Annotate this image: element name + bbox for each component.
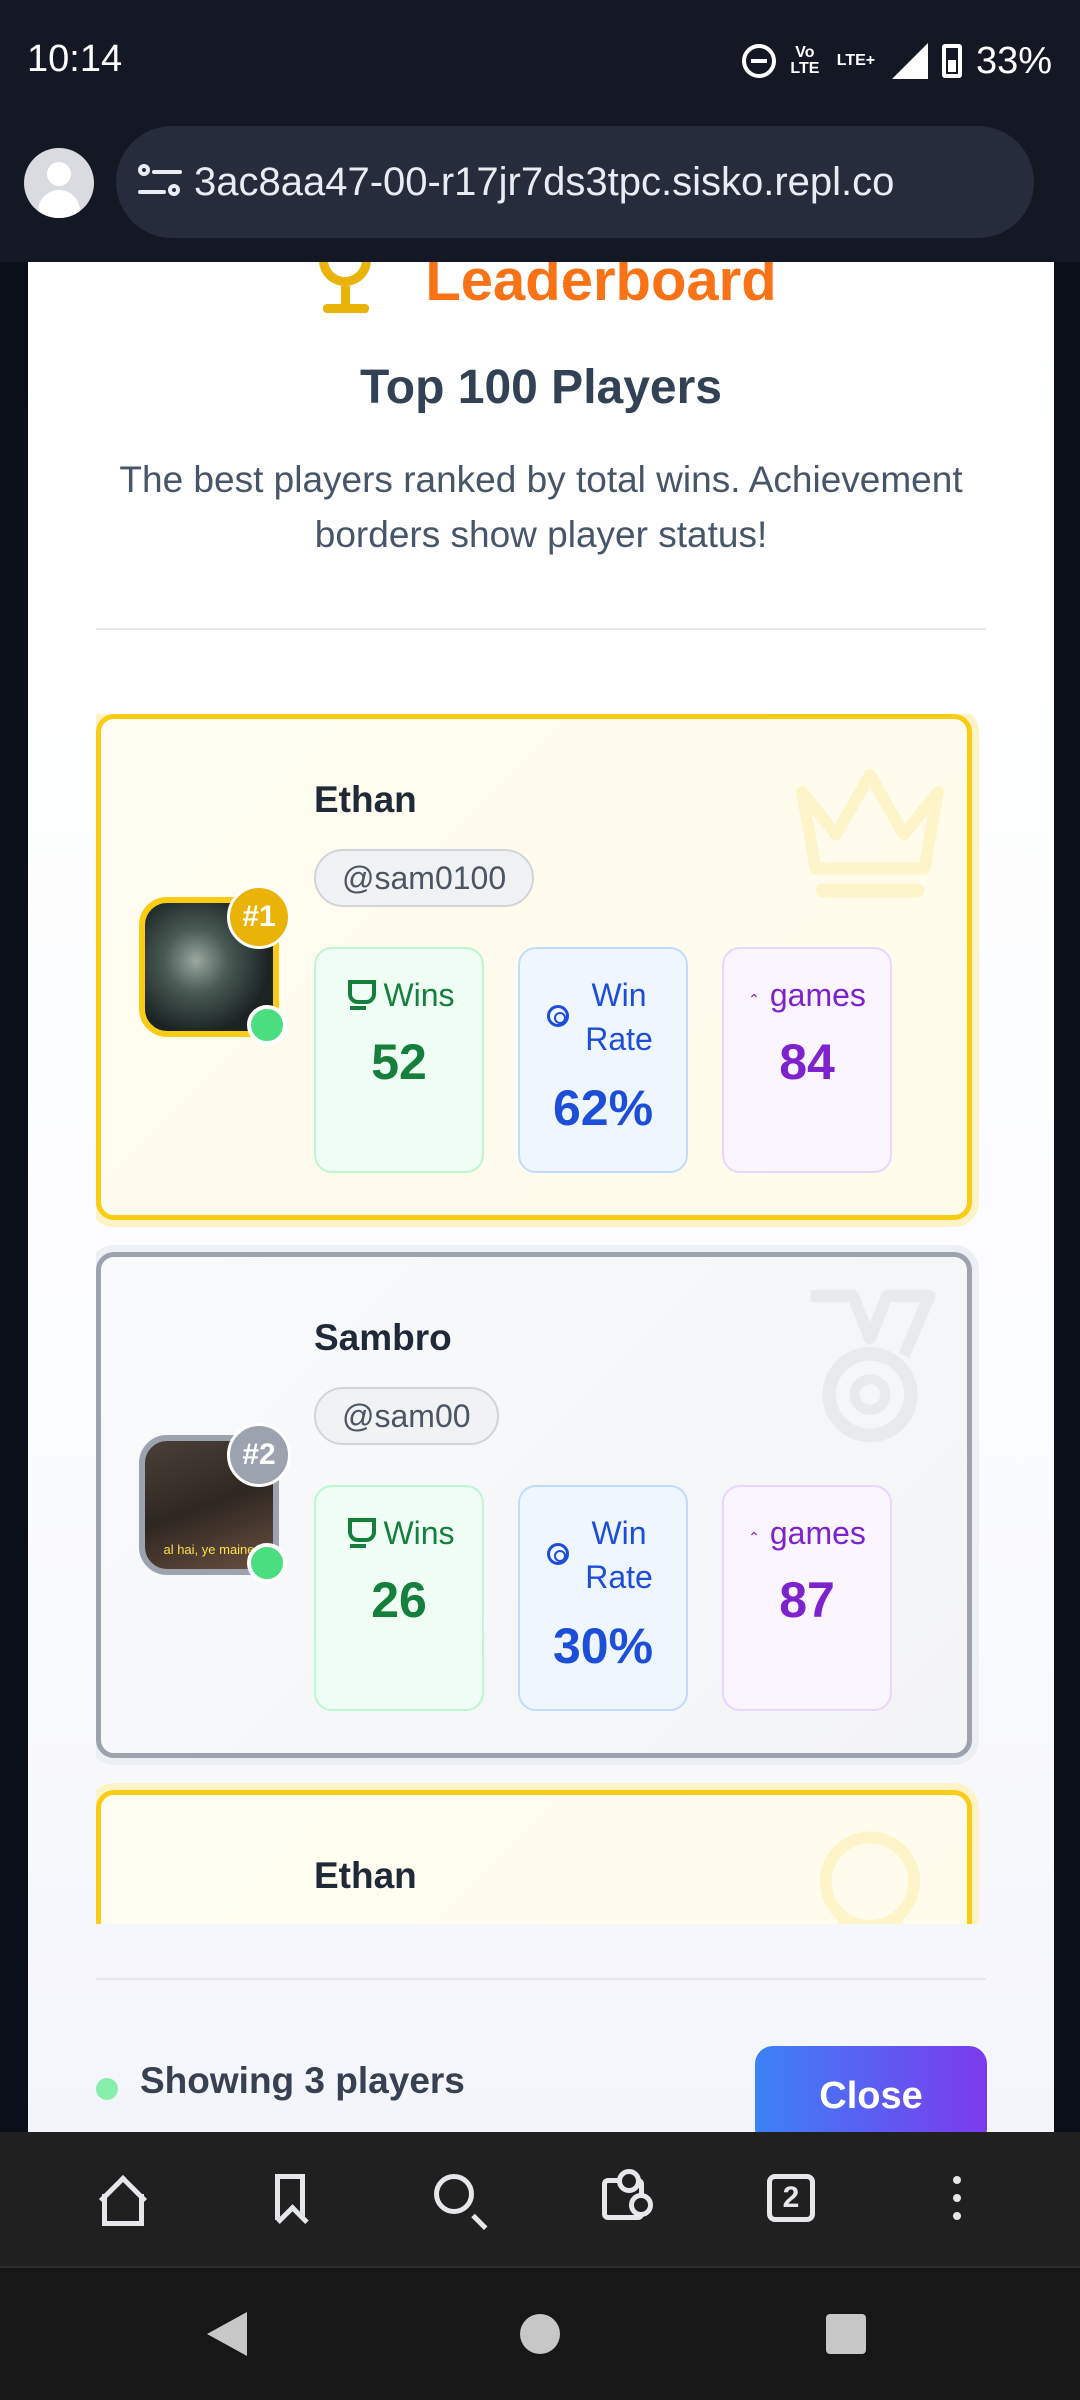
- games-label: games: [769, 977, 866, 1013]
- award-icon: [819, 1831, 921, 1924]
- leaderboard-description: The best players ranked by total wins. A…: [119, 459, 963, 555]
- battery-level: 33%: [975, 39, 1052, 82]
- trophy-icon: [343, 980, 377, 1010]
- wins-value: 26: [371, 1572, 427, 1628]
- games-stat: ⌃ games 87: [722, 1485, 892, 1711]
- leaderboard-header: Leaderboard: [28, 262, 1054, 320]
- online-indicator: [247, 1543, 287, 1583]
- divider: [96, 628, 986, 630]
- player-card[interactable]: #1 Ethan @sam0100 Wins 52 Win Rate 62% ⌃…: [96, 714, 972, 1220]
- status-bar: 10:14 Vo LTE LTE+ 33%: [0, 0, 1080, 122]
- leaderboard-subtitle: Top 100 Players: [360, 361, 722, 414]
- player-card[interactable]: al hai, ye maine #2 Sambro @sam00 Wins 2…: [96, 1252, 972, 1758]
- rank-badge: #2: [227, 1423, 291, 1487]
- games-stat: ⌃ games 84: [722, 947, 892, 1173]
- tabs-button[interactable]: 2: [755, 2164, 825, 2234]
- url-text[interactable]: 3ac8aa47-00-r17jr7ds3tpc.sisko.repl.co: [194, 160, 894, 205]
- player-name[interactable]: Ethan: [314, 1855, 417, 1897]
- games-label: games: [769, 1515, 866, 1551]
- wins-label: Wins: [383, 1515, 455, 1551]
- crown-icon: [796, 769, 944, 898]
- wins-value: 52: [371, 1034, 427, 1090]
- lte-icon: LTE+: [836, 52, 876, 69]
- status-dot: [96, 2078, 118, 2100]
- wins-stat: Wins 26: [314, 1485, 484, 1711]
- search-icon[interactable]: [422, 2164, 492, 2234]
- target-icon: [547, 1543, 569, 1565]
- player-card[interactable]: Ethan: [96, 1790, 972, 1924]
- status-time: 10:14: [27, 38, 123, 80]
- signal-icon: [891, 43, 928, 79]
- medal-icon: [810, 1290, 936, 1443]
- battery-icon: [941, 44, 962, 78]
- player-name[interactable]: Sambro: [314, 1317, 452, 1359]
- leaderboard-title: Leaderboard: [425, 262, 777, 313]
- home-circle-icon[interactable]: [520, 2314, 560, 2354]
- player-name[interactable]: Ethan: [314, 779, 417, 821]
- browser-bottom-bar: 2: [0, 2132, 1080, 2266]
- wins-label: Wins: [383, 977, 455, 1013]
- win-rate-stat: Win Rate 62%: [518, 947, 688, 1173]
- leaderboard-modal: Leaderboard Top 100 Players The best pla…: [28, 262, 1054, 2132]
- player-handle: @sam00: [314, 1387, 499, 1445]
- player-count-text: Showing 3 players: [140, 2060, 465, 2101]
- status-icons: Vo LTE LTE+ 33%: [741, 38, 1052, 84]
- player-avatar[interactable]: al hai, ye maine #2: [139, 1423, 291, 1583]
- close-button[interactable]: Close: [755, 2046, 987, 2132]
- home-icon[interactable]: [88, 2164, 158, 2234]
- extensions-icon[interactable]: [588, 2164, 658, 2234]
- win-rate-value: 62%: [552, 1080, 654, 1136]
- player-list[interactable]: #1 Ethan @sam0100 Wins 52 Win Rate 62% ⌃…: [96, 714, 986, 1924]
- win-rate-label: Win Rate: [585, 977, 653, 1057]
- games-icon: ⌃: [748, 1529, 760, 1545]
- rank-badge: #1: [227, 885, 291, 949]
- divider: [96, 1978, 986, 1980]
- target-icon: [547, 1005, 569, 1027]
- more-menu-icon[interactable]: [922, 2164, 992, 2234]
- recents-icon[interactable]: [826, 2314, 866, 2354]
- profile-avatar-icon[interactable]: [24, 148, 94, 218]
- win-rate-value: 30%: [552, 1618, 654, 1674]
- volte-icon: Vo LTE: [790, 44, 820, 77]
- wins-stat: Wins 52: [314, 947, 484, 1173]
- win-rate-stat: Win Rate 30%: [518, 1485, 688, 1711]
- tab-count: 2: [766, 2174, 815, 2222]
- system-nav-bar: [0, 2266, 1080, 2400]
- games-icon: ⌃: [748, 991, 760, 1007]
- do-not-disturb-icon: [741, 44, 776, 78]
- win-rate-label: Win Rate: [585, 1515, 653, 1595]
- back-icon[interactable]: [207, 2312, 247, 2356]
- games-value: 84: [779, 1034, 835, 1090]
- trophy-icon: [305, 262, 385, 320]
- trophy-icon: [343, 1518, 377, 1548]
- browser-toolbar: 3ac8aa47-00-r17jr7ds3tpc.sisko.repl.co: [0, 122, 1080, 262]
- online-indicator: [247, 1005, 287, 1045]
- player-avatar[interactable]: #1: [139, 885, 291, 1045]
- games-value: 87: [779, 1572, 835, 1628]
- player-handle: @sam0100: [314, 849, 535, 907]
- site-settings-icon[interactable]: [138, 164, 182, 200]
- bookmark-icon[interactable]: [255, 2164, 325, 2234]
- address-bar[interactable]: 3ac8aa47-00-r17jr7ds3tpc.sisko.repl.co: [116, 126, 1034, 238]
